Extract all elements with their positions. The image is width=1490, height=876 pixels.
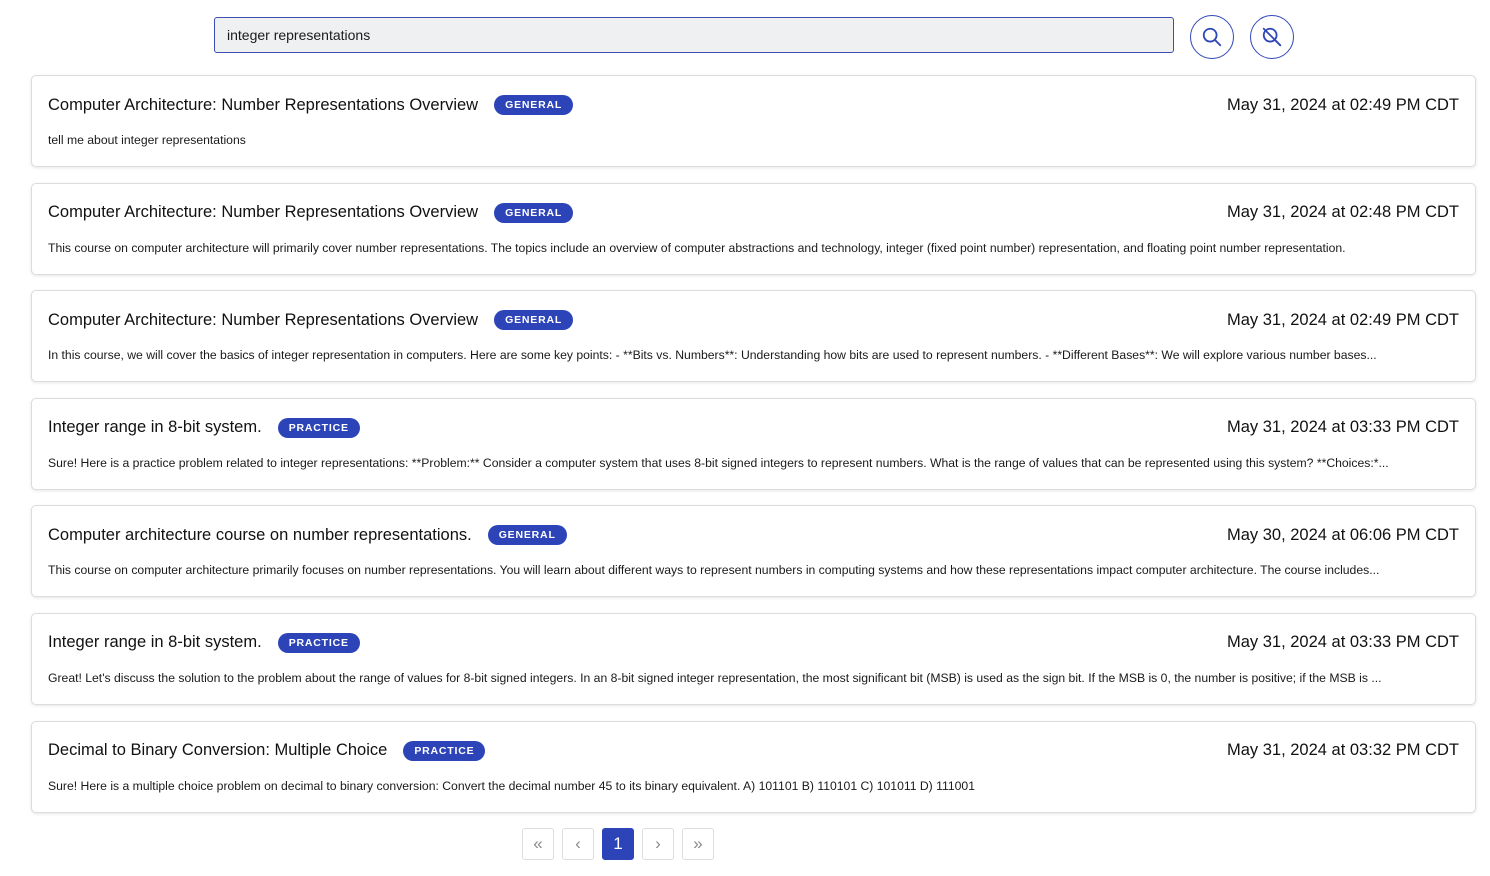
result-card-header: Computer Architecture: Number Representa…	[48, 309, 1459, 331]
result-title: Computer architecture course on number r…	[48, 525, 472, 544]
result-card-header: Computer architecture course on number r…	[48, 524, 1459, 546]
last-page-button[interactable]: »	[682, 828, 714, 860]
result-card-header: Computer Architecture: Number Representa…	[48, 202, 1459, 224]
category-badge: PRACTICE	[277, 417, 360, 438]
result-date: May 31, 2024 at 02:49 PM CDT	[1226, 95, 1459, 114]
category-badge: PRACTICE	[277, 632, 360, 653]
result-card-header: Integer range in 8-bit system. PRACTICE …	[48, 632, 1459, 654]
first-page-button[interactable]: «	[522, 828, 554, 860]
result-card[interactable]: Decimal to Binary Conversion: Multiple C…	[31, 720, 1476, 813]
result-title: Computer Architecture: Number Representa…	[48, 95, 479, 114]
result-snippet: This course on computer architecture pri…	[48, 563, 1380, 578]
category-badge: GENERAL	[494, 95, 574, 115]
result-card[interactable]: Computer architecture course on number r…	[31, 505, 1476, 598]
result-date: May 30, 2024 at 06:06 PM CDT	[1226, 525, 1459, 544]
chevron-right-icon: ›	[655, 834, 661, 853]
double-chevron-left-icon: «	[533, 834, 543, 853]
result-date: May 31, 2024 at 02:49 PM CDT	[1226, 310, 1459, 329]
result-snippet: Sure! Here is a practice problem related…	[48, 455, 1389, 470]
search-icon	[1202, 27, 1222, 47]
pagination: « ‹ 1 › »	[522, 828, 714, 860]
category-badge: GENERAL	[494, 202, 574, 223]
category-badge: GENERAL	[487, 525, 567, 546]
double-chevron-right-icon: »	[693, 834, 703, 853]
results-list: Computer Architecture: Number Representa…	[31, 75, 1476, 828]
page-1-button[interactable]: 1	[602, 828, 634, 860]
result-title: Decimal to Binary Conversion: Multiple C…	[48, 741, 388, 760]
search-input[interactable]	[214, 17, 1174, 53]
result-snippet: tell me about integer representations	[48, 133, 246, 147]
result-title: Computer Architecture: Number Representa…	[48, 203, 479, 222]
result-card[interactable]: Computer Architecture: Number Representa…	[31, 182, 1476, 275]
result-snippet: This course on computer architecture wil…	[48, 240, 1346, 255]
category-badge: GENERAL	[494, 310, 574, 331]
chevron-left-icon: ‹	[575, 834, 581, 853]
search-button[interactable]	[1190, 15, 1234, 59]
next-page-button[interactable]: ›	[642, 828, 674, 860]
result-card-header: Integer range in 8-bit system. PRACTICE …	[48, 417, 1459, 439]
result-date: May 31, 2024 at 03:33 PM CDT	[1226, 418, 1459, 437]
result-card-header: Computer Architecture: Number Representa…	[48, 94, 1459, 116]
category-badge: PRACTICE	[403, 740, 486, 761]
result-card[interactable]: Integer range in 8-bit system. PRACTICE …	[31, 397, 1476, 490]
result-card[interactable]: Integer range in 8-bit system. PRACTICE …	[31, 612, 1476, 705]
result-title: Integer range in 8-bit system.	[48, 633, 262, 652]
result-snippet: Great! Let's discuss the solution to the…	[48, 670, 1382, 685]
result-date: May 31, 2024 at 03:32 PM CDT	[1226, 741, 1459, 760]
result-title: Integer range in 8-bit system.	[48, 418, 262, 437]
result-card[interactable]: Computer Architecture: Number Representa…	[31, 290, 1476, 383]
result-card-header: Decimal to Binary Conversion: Multiple C…	[48, 740, 1459, 762]
search-bar	[0, 0, 1490, 70]
search-off-icon	[1262, 27, 1282, 47]
result-card[interactable]: Computer Architecture: Number Representa…	[31, 75, 1476, 167]
result-snippet: Sure! Here is a multiple choice problem …	[48, 778, 975, 793]
result-title: Computer Architecture: Number Representa…	[48, 310, 479, 329]
clear-search-button[interactable]	[1250, 15, 1294, 59]
result-date: May 31, 2024 at 03:33 PM CDT	[1226, 633, 1459, 652]
result-date: May 31, 2024 at 02:48 PM CDT	[1226, 203, 1459, 222]
result-snippet: In this course, we will cover the basics…	[48, 348, 1377, 363]
page-number: 1	[613, 834, 623, 853]
previous-page-button[interactable]: ‹	[562, 828, 594, 860]
